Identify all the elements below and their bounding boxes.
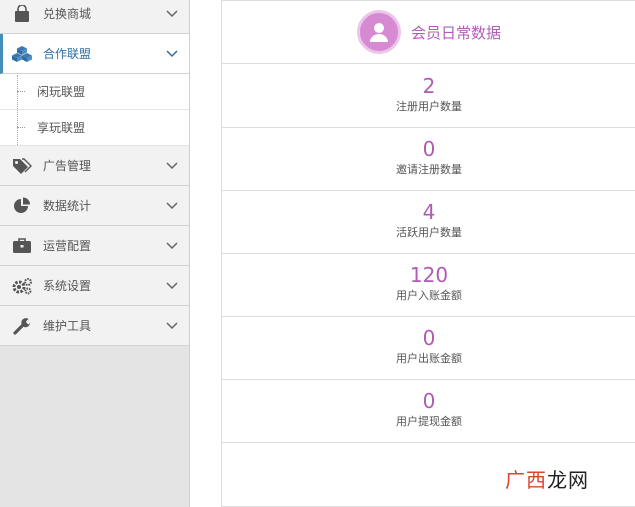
user-icon — [356, 10, 401, 54]
stat-row-active-users: 4 活跃用户数量 — [222, 191, 635, 254]
chevron-down-icon — [165, 159, 179, 173]
sidebar-subitem-xianwan-alliance[interactable]: 闲玩联盟 — [0, 74, 189, 110]
watermark-part1: 广西 — [505, 468, 547, 492]
sidebar-subitem-label: 享玩联盟 — [37, 121, 86, 135]
stat-label: 活跃用户数量 — [396, 226, 462, 239]
submenu-tree-line — [17, 75, 18, 147]
chevron-down-icon — [165, 319, 179, 333]
sidebar-subitem-label: 闲玩联盟 — [37, 85, 86, 99]
stat-row-user-expense: 0 用户出账金额 — [222, 317, 635, 380]
stat-row-invited-registrations: 0 邀请注册数量 — [222, 128, 635, 191]
tags-icon — [10, 156, 34, 176]
chevron-down-icon — [165, 199, 179, 213]
stat-value: 0 — [422, 389, 436, 413]
member-daily-data-panel: 会员日常数据 2 注册用户数量 0 邀请注册数量 4 活跃用户数量 120 用户… — [221, 0, 635, 507]
pie-chart-icon — [10, 196, 34, 216]
sidebar-item-system-settings[interactable]: 系统设置 — [0, 266, 189, 306]
stat-label: 用户出账金额 — [396, 352, 462, 365]
sidebar-item-operation-config[interactable]: 运营配置 — [0, 226, 189, 266]
stat-label: 用户入账金额 — [396, 289, 462, 302]
sidebar-subitem-xiangwan-alliance[interactable]: 享玩联盟 — [0, 110, 189, 146]
stat-value: 120 — [409, 263, 449, 287]
watermark: 广西龙网 — [505, 464, 589, 493]
sidebar-item-data-statistics[interactable]: 数据统计 — [0, 186, 189, 226]
sidebar-item-label: 兑换商城 — [43, 7, 92, 21]
chevron-down-icon — [165, 7, 179, 21]
stat-label: 注册用户数量 — [396, 100, 462, 113]
panel-title: 会员日常数据 — [410, 23, 501, 42]
watermark-part2: 龙网 — [547, 468, 589, 492]
sidebar-item-ad-management[interactable]: 广告管理 — [0, 146, 189, 186]
sidebar-item-maintenance-tools[interactable]: 维护工具 — [0, 306, 189, 346]
sidebar-item-label: 数据统计 — [43, 199, 92, 213]
shopping-bag-icon — [10, 4, 34, 24]
sidebar-item-label: 运营配置 — [43, 239, 92, 253]
stat-label: 邀请注册数量 — [396, 163, 462, 176]
chevron-down-icon — [165, 239, 179, 253]
chevron-down-icon — [165, 279, 179, 293]
panel-header: 会员日常数据 — [222, 0, 635, 64]
briefcase-icon — [10, 236, 34, 256]
sidebar-item-exchange-mall[interactable]: 兑换商城 — [0, 0, 189, 34]
stat-value: 0 — [422, 326, 436, 350]
stat-value: 2 — [422, 74, 436, 98]
cubes-icon — [10, 44, 34, 64]
sidebar-item-label: 广告管理 — [43, 159, 92, 173]
stat-row-user-withdrawal: 0 用户提现金额 — [222, 380, 635, 443]
stat-row-user-income: 120 用户入账金额 — [222, 254, 635, 317]
sidebar-item-label: 维护工具 — [43, 319, 92, 333]
stat-value: 0 — [422, 137, 436, 161]
sidebar-item-cooperation-alliance[interactable]: 合作联盟 — [0, 34, 189, 74]
stat-label: 用户提现金额 — [396, 415, 462, 428]
chevron-down-icon — [165, 47, 179, 61]
cogs-icon — [10, 276, 34, 296]
sidebar-item-label: 合作联盟 — [43, 47, 92, 61]
stat-row-registered-users: 2 注册用户数量 — [222, 65, 635, 128]
stat-value: 4 — [422, 200, 436, 224]
wrench-icon — [10, 316, 34, 336]
sidebar: 兑换商城 合作联盟 闲玩联盟 享玩联盟 广告管理 数据统计 运营配置 系统设置 … — [0, 0, 190, 507]
sidebar-item-label: 系统设置 — [43, 279, 92, 293]
